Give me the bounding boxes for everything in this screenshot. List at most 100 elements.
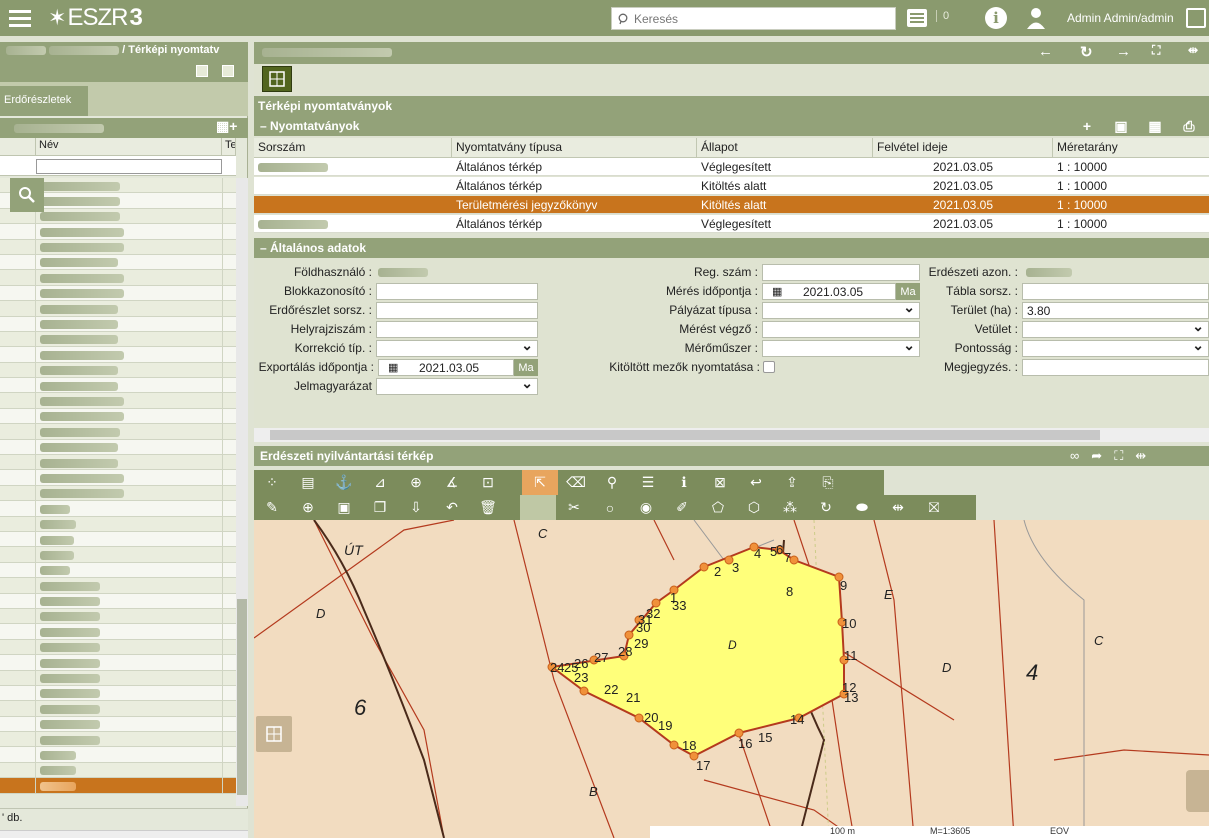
list-item[interactable] bbox=[0, 716, 236, 733]
polygon-icon[interactable]: ⬠ bbox=[700, 495, 736, 520]
list-icon[interactable]: ☰ bbox=[630, 470, 666, 495]
table-row[interactable]: Általános térkép Véglegesített 2021.03.0… bbox=[254, 215, 1209, 233]
copy-icon[interactable]: ❐ bbox=[362, 495, 398, 520]
list-item[interactable] bbox=[0, 439, 236, 456]
split-icon[interactable]: ⇹ bbox=[1135, 448, 1146, 464]
globe-icon[interactable]: ⊕ bbox=[398, 470, 434, 495]
list-item[interactable] bbox=[0, 378, 236, 394]
list-item[interactable] bbox=[0, 501, 236, 517]
form-scroll-thumb[interactable] bbox=[270, 430, 1100, 440]
today-button[interactable]: Ma bbox=[514, 359, 538, 376]
back-icon[interactable]: ← bbox=[1038, 43, 1053, 60]
print-icon[interactable]: ⎙ bbox=[1172, 116, 1206, 136]
plus-circle-icon[interactable]: ⊕ bbox=[290, 495, 326, 520]
measure-icon[interactable]: ⊿ bbox=[362, 470, 398, 495]
user-name[interactable]: Admin Admin/admin bbox=[1067, 11, 1174, 25]
calendar-icon[interactable]: ▦ bbox=[772, 285, 782, 298]
blokk-input[interactable] bbox=[376, 283, 538, 300]
list-item[interactable] bbox=[0, 531, 236, 548]
list-item[interactable] bbox=[0, 301, 236, 317]
list-item[interactable] bbox=[0, 470, 236, 486]
list-item[interactable] bbox=[0, 701, 236, 717]
hamburger-menu-icon[interactable] bbox=[0, 0, 40, 36]
list-item[interactable] bbox=[0, 347, 236, 363]
tabla-input[interactable] bbox=[1022, 283, 1209, 300]
dashed-polygon-icon[interactable]: ⬡ bbox=[736, 495, 772, 520]
angle-icon[interactable]: ∡ bbox=[434, 470, 470, 495]
calendar-icon[interactable]: ▦ bbox=[388, 361, 398, 374]
name-filter-input[interactable] bbox=[36, 159, 222, 174]
list-item[interactable] bbox=[0, 593, 236, 609]
column-name[interactable]: Név bbox=[36, 138, 222, 155]
pontossag-select[interactable] bbox=[1022, 337, 1209, 357]
erdoreszlet-input[interactable] bbox=[376, 302, 538, 319]
table-row-selected[interactable]: Területmérési jegyzőkönyv Kitöltés alatt… bbox=[254, 196, 1209, 214]
split-icon[interactable]: ⇹ bbox=[1188, 43, 1198, 57]
messages-icon[interactable] bbox=[902, 5, 932, 31]
regszam-input[interactable] bbox=[762, 264, 920, 281]
list-item-selected[interactable] bbox=[0, 778, 236, 794]
list-item[interactable] bbox=[0, 362, 236, 379]
add-icon[interactable]: ▦+ bbox=[216, 118, 237, 135]
list-item[interactable] bbox=[0, 608, 236, 625]
info-icon[interactable]: i bbox=[985, 7, 1007, 29]
save-icon[interactable]: ▣ bbox=[326, 495, 362, 520]
meromuszer-select[interactable] bbox=[762, 337, 920, 357]
terulet-input[interactable]: 3.80 bbox=[1022, 302, 1209, 319]
map-form-tab-icon[interactable] bbox=[262, 66, 292, 92]
scatter-icon[interactable]: ⁂ bbox=[772, 495, 808, 520]
split-icon[interactable]: ⇹ bbox=[880, 495, 916, 520]
korrekcio-select[interactable] bbox=[376, 337, 538, 357]
circle-icon[interactable]: ○ bbox=[592, 495, 628, 520]
rotate-icon[interactable]: ↻ bbox=[808, 495, 844, 520]
list-item[interactable] bbox=[0, 270, 236, 286]
export-icon[interactable]: ⇪ bbox=[774, 470, 810, 495]
merest-vegzo-input[interactable] bbox=[762, 321, 920, 338]
list-item[interactable] bbox=[0, 408, 236, 425]
app-logo[interactable]: ✶ ESZR 3 bbox=[48, 4, 143, 32]
tab-erdoreszletek[interactable]: Erdőrészletek bbox=[0, 86, 88, 116]
map-link-float-button[interactable] bbox=[1186, 770, 1209, 812]
eraser-icon[interactable]: ⌫ bbox=[558, 470, 594, 495]
merge-icon[interactable]: ⬬ bbox=[844, 495, 880, 520]
layers-icon[interactable]: ▤ bbox=[290, 470, 326, 495]
list-item[interactable] bbox=[0, 624, 236, 640]
calculator-icon[interactable]: ▦ bbox=[1138, 116, 1172, 136]
refresh-icon[interactable]: ↻ bbox=[1080, 43, 1093, 61]
remove-polygon-icon[interactable]: ⛝ bbox=[916, 495, 952, 520]
add-icon[interactable]: + bbox=[1070, 116, 1104, 136]
info-list-icon[interactable]: ℹ bbox=[666, 470, 702, 495]
megjegyzes-input[interactable] bbox=[1022, 359, 1209, 376]
list-item[interactable] bbox=[0, 316, 236, 332]
forward-icon[interactable]: → bbox=[1116, 43, 1131, 60]
palyazat-select[interactable] bbox=[762, 299, 920, 319]
cut-icon[interactable]: ✂ bbox=[556, 495, 592, 520]
list-item[interactable] bbox=[0, 254, 236, 271]
list-item[interactable] bbox=[0, 747, 236, 763]
list-item[interactable] bbox=[0, 393, 236, 409]
list-item[interactable] bbox=[0, 732, 236, 748]
print-filled-checkbox[interactable] bbox=[763, 361, 775, 373]
pin-icon[interactable]: ⚲ bbox=[594, 470, 630, 495]
edit-node-icon[interactable]: ✐ bbox=[664, 495, 700, 520]
jelmagyarazat-select[interactable] bbox=[376, 375, 538, 395]
list-item[interactable] bbox=[0, 547, 236, 563]
point-icon[interactable]: ◉ bbox=[628, 495, 664, 520]
undo-icon[interactable]: ↶ bbox=[434, 495, 470, 520]
list-item[interactable] bbox=[0, 578, 236, 594]
list-item[interactable] bbox=[0, 670, 236, 686]
list-item[interactable] bbox=[0, 562, 236, 579]
list-item[interactable] bbox=[0, 655, 236, 671]
zoom-box-icon[interactable]: ⊡ bbox=[470, 470, 506, 495]
search-input[interactable]: Keresés bbox=[611, 7, 896, 30]
list-item[interactable] bbox=[0, 239, 236, 255]
logout-icon[interactable] bbox=[1186, 8, 1206, 28]
section-altalanos-adatok[interactable]: – Általános adatok bbox=[254, 238, 1209, 258]
search-float-button[interactable] bbox=[10, 178, 44, 212]
list-item[interactable] bbox=[0, 685, 236, 702]
expand-icon[interactable] bbox=[222, 65, 234, 77]
helyrajz-input[interactable] bbox=[376, 321, 538, 338]
list-item[interactable] bbox=[0, 455, 236, 471]
list-item[interactable] bbox=[0, 762, 236, 779]
table-row[interactable]: Általános térkép Kitöltés alatt 2021.03.… bbox=[254, 177, 1209, 195]
